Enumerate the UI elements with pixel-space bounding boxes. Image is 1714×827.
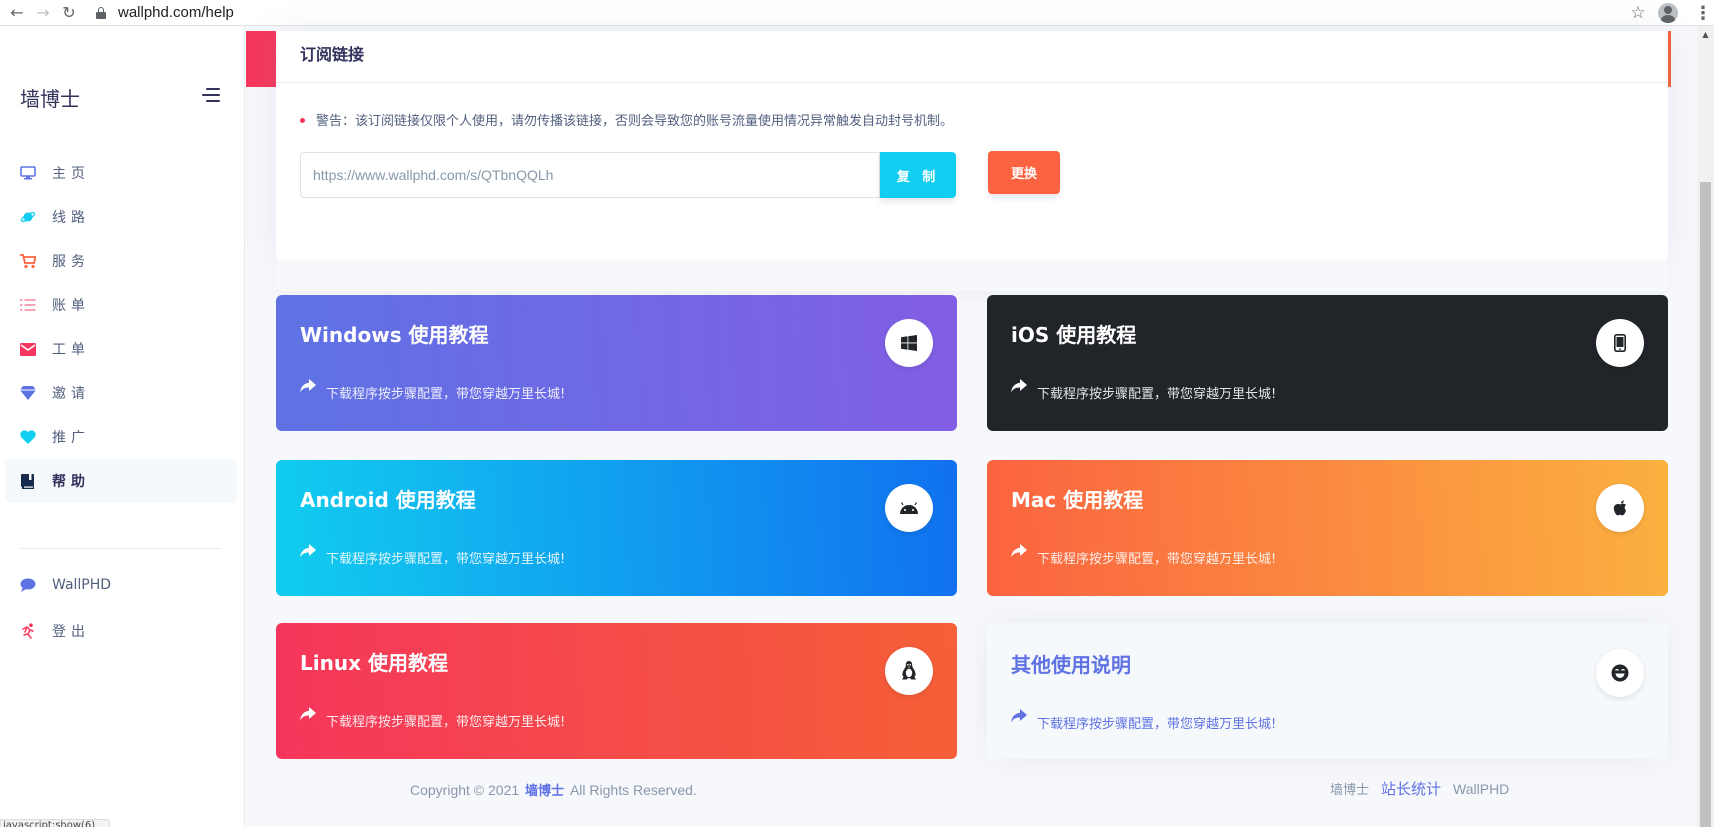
subscription-card: 订阅链接 警告：该订阅链接仅限个人使用，请勿传播该链接，否则会导致您的账号流量使…	[276, 31, 1668, 261]
sidebar-item-home[interactable]: 主页	[5, 151, 237, 195]
smile-icon	[1596, 649, 1644, 697]
sidebar-item-label: 推广	[52, 430, 90, 446]
tutorial-card-other[interactable]: 其他使用说明 下载程序按步骤配置，带您穿越万里长城!	[987, 623, 1668, 759]
footer-links: 墙博士 站长统计 WallPHD	[1330, 778, 1521, 799]
footer-link-brand[interactable]: 墙博士	[1330, 779, 1369, 798]
book-icon	[20, 473, 36, 489]
tutorial-description: 下载程序按步骤配置，带您穿越万里长城!	[1037, 552, 1277, 567]
tutorial-card-ios[interactable]: iOS 使用教程 下载程序按步骤配置，带您穿越万里长城!	[987, 295, 1668, 431]
browser-menu-icon[interactable]: ⋮	[1692, 3, 1714, 24]
tutorial-title: iOS 使用教程	[1011, 323, 1137, 347]
android-icon	[885, 484, 933, 532]
sidebar-item-promote[interactable]: 推广	[5, 415, 237, 459]
sidebar-item-label: 账单	[52, 298, 90, 314]
copy-button[interactable]: 复 制	[880, 152, 956, 198]
forward-icon: →	[36, 3, 50, 22]
tutorial-card-windows[interactable]: Windows 使用教程 下载程序按步骤配置，带您穿越万里长城!	[276, 295, 957, 431]
subscription-title: 订阅链接	[300, 45, 365, 64]
sidebar-item-label: 线路	[52, 210, 90, 226]
share-arrow-icon	[300, 379, 316, 395]
heart-icon	[20, 429, 36, 445]
footer-brand-link[interactable]: 墙博士	[525, 784, 564, 799]
forward-button[interactable]: →	[30, 0, 56, 26]
sidebar-item-billing[interactable]: 账单	[5, 283, 237, 327]
footer-copyright: Copyright © 2021 墙博士 All Rights Reserved…	[410, 780, 697, 799]
brand-logo-text[interactable]: 墙博士	[20, 83, 80, 112]
share-arrow-icon	[300, 544, 316, 560]
sidebar-item-label: 服务	[52, 254, 90, 270]
tutorial-description: 下载程序按步骤配置，带您穿越万里长城!	[326, 387, 566, 402]
tutorial-description: 下载程序按步骤配置，带您穿越万里长城!	[326, 715, 566, 730]
copyright-suffix: All Rights Reserved.	[569, 782, 697, 798]
profile-avatar-icon[interactable]	[1658, 3, 1678, 23]
sidebar-divider	[20, 548, 222, 549]
sidebar-item-help[interactable]: 帮助	[5, 459, 237, 503]
footer-link-wallphd[interactable]: WallPHD	[1453, 781, 1509, 797]
share-arrow-icon	[1011, 544, 1027, 560]
tutorial-title: Mac 使用教程	[1011, 488, 1144, 512]
bookmark-star-icon[interactable]: ☆	[1618, 3, 1658, 23]
back-button[interactable]: ←	[4, 0, 30, 26]
tutorial-description: 下载程序按步骤配置，带您穿越万里长城!	[326, 552, 566, 567]
share-arrow-icon	[1011, 379, 1027, 395]
sidebar-item-label: 邀请	[52, 386, 90, 402]
sidebar-item-label: 工单	[52, 342, 90, 358]
address-bar[interactable]: wallphd.com/help	[96, 0, 234, 26]
cart-icon	[20, 253, 36, 269]
run-icon	[20, 623, 36, 639]
reload-button[interactable]: ↻	[56, 0, 82, 26]
copyright-prefix: Copyright © 2021	[410, 782, 520, 798]
email-icon	[20, 341, 36, 357]
tutorial-title: Windows 使用教程	[300, 323, 489, 347]
sidebar-item-label: 主页	[52, 166, 90, 182]
browser-toolbar: ← → ↻ wallphd.com/help ☆ ⋮	[0, 0, 1714, 26]
main-content: 订阅链接 警告：该订阅链接仅限个人使用，请勿传播该链接，否则会导致您的账号流量使…	[246, 26, 1696, 827]
planet-icon	[20, 209, 36, 225]
sidebar-toggle-icon[interactable]	[202, 88, 220, 102]
card-shadow	[276, 261, 1668, 291]
browser-status-bar: javascript:show(6)	[0, 819, 110, 827]
card-divider	[276, 82, 1668, 83]
footer-link-stats[interactable]: 站长统计	[1381, 778, 1441, 799]
sidebar-item-tickets[interactable]: 工单	[5, 327, 237, 371]
sidebar-item-label: 帮助	[52, 474, 90, 490]
reset-link-button[interactable]: 更换	[988, 151, 1060, 194]
sidebar-item-invite[interactable]: 邀请	[5, 371, 237, 415]
scroll-up-arrow-icon[interactable]: ▲	[1697, 26, 1714, 43]
reload-icon: ↻	[62, 3, 76, 22]
tutorial-description: 下载程序按步骤配置，带您穿越万里长城!	[1037, 387, 1277, 402]
sidebar-item-services[interactable]: 服务	[5, 239, 237, 283]
tutorial-description: 下载程序按步骤配置，带您穿越万里长城!	[1037, 717, 1277, 732]
windows-icon	[885, 319, 933, 367]
tutorial-title: 其他使用说明	[1011, 653, 1131, 677]
tutorial-card-linux[interactable]: Linux 使用教程 下载程序按步骤配置，带您穿越万里长城!	[276, 623, 957, 759]
lock-icon	[96, 6, 106, 19]
sidebar-item-wallphd[interactable]: WallPHD	[5, 563, 237, 607]
sidebar: 墙博士 主页 线路 服务 账单 工单 邀请 推广 帮助 WallPHD 登出	[0, 26, 245, 827]
warning-dot-icon	[300, 118, 305, 123]
monitor-icon	[20, 165, 36, 181]
tutorial-card-android[interactable]: Android 使用教程 下载程序按步骤配置，带您穿越万里长城!	[276, 460, 957, 596]
share-arrow-icon	[1011, 709, 1027, 725]
back-icon: ←	[10, 3, 24, 22]
page-scrollbar[interactable]: ▲	[1697, 26, 1714, 827]
tutorial-title: Android 使用教程	[300, 488, 476, 512]
scrollbar-thumb[interactable]	[1700, 182, 1711, 827]
url-text: wallphd.com/help	[118, 4, 234, 21]
list-icon	[20, 297, 36, 313]
mobile-icon	[1596, 319, 1644, 367]
linux-icon	[885, 647, 933, 695]
diamond-icon	[20, 385, 36, 401]
apple-icon	[1596, 484, 1644, 532]
subscription-warning: 警告：该订阅链接仅限个人使用，请勿传播该链接，否则会导致您的账号流量使用情况异常…	[316, 114, 954, 129]
tutorial-card-mac[interactable]: Mac 使用教程 下载程序按步骤配置，带您穿越万里长城!	[987, 460, 1668, 596]
share-arrow-icon	[300, 707, 316, 723]
sidebar-item-label: WallPHD	[52, 577, 112, 593]
sidebar-item-logout[interactable]: 登出	[5, 609, 237, 653]
tutorial-title: Linux 使用教程	[300, 651, 448, 675]
sidebar-item-label: 登出	[52, 624, 90, 640]
chat-icon	[20, 577, 36, 593]
subscription-url-input[interactable]	[300, 152, 880, 198]
sidebar-item-routes[interactable]: 线路	[5, 195, 237, 239]
